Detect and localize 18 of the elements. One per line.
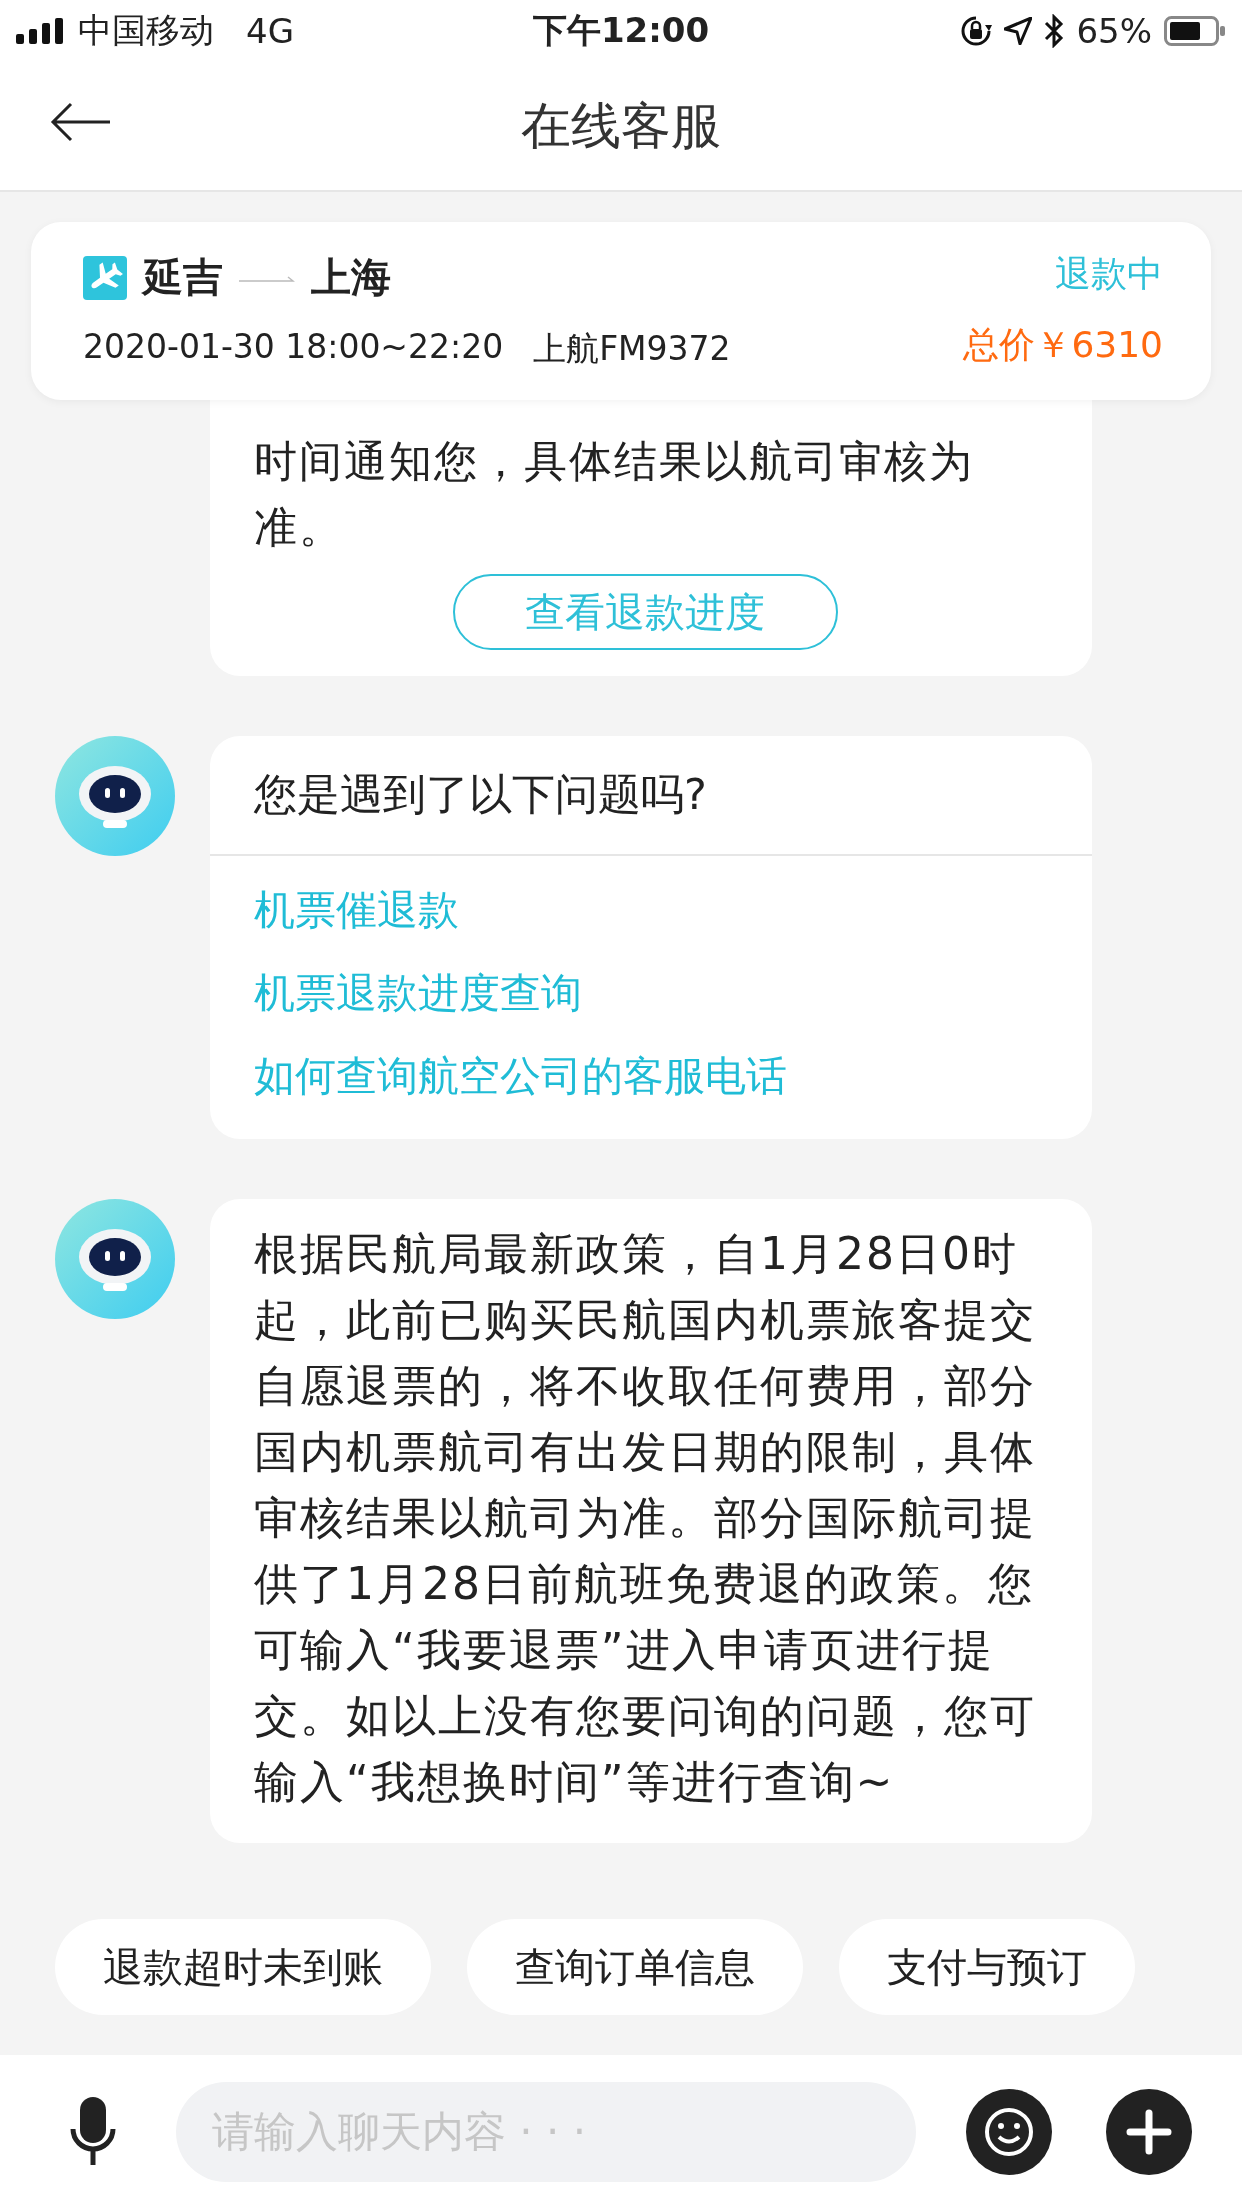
message-text: 根据民航局最新政策，自1月28日0时起，此前已购买民航国内机票旅客提交自愿退票的，将不收取任何费用，部分国内机票航司有出发日期的限制，具体审核结果以航司为准。部分国际航司提供了1月28日前航班免费退的政策。您可输入“我要退票”进入申请页进行提交。如以上没有您要问询的问题，您可输入“我想换时间”等进行查询~ bbox=[254, 1227, 1037, 1809]
quick-reply-chip[interactable]: 退款超时未到账 bbox=[55, 1919, 431, 2015]
message-text: 时间通知您，具体结果以航司审核为准。 bbox=[254, 435, 975, 554]
origin-city: 延吉 bbox=[143, 253, 223, 302]
quick-reply-chip[interactable]: 支付与预订 bbox=[839, 1919, 1135, 2015]
total-price: 总价￥6310 bbox=[963, 323, 1163, 367]
flight-schedule: 2020-01-30 18:00~22:20 bbox=[83, 327, 504, 368]
carrier-name: 中国移动 bbox=[78, 9, 214, 52]
page-title: 在线客服 bbox=[521, 95, 721, 157]
flight-number: 上航FM9372 bbox=[533, 328, 731, 370]
network-type: 4G bbox=[246, 11, 294, 51]
refund-status: 退款中 bbox=[1055, 252, 1163, 296]
destination-city: 上海 bbox=[311, 253, 391, 302]
question-title: 您是遇到了以下问题吗? bbox=[210, 736, 1092, 856]
quick-reply-chip[interactable]: 查询订单信息 bbox=[467, 1919, 803, 2015]
battery-percent: 65% bbox=[1076, 11, 1152, 51]
status-time: 下午12:00 bbox=[532, 9, 710, 52]
order-card[interactable]: 延吉 上海 2020-01-30 18:00~22:20 上航FM9372 退款中 总价￥6310 bbox=[31, 222, 1211, 400]
